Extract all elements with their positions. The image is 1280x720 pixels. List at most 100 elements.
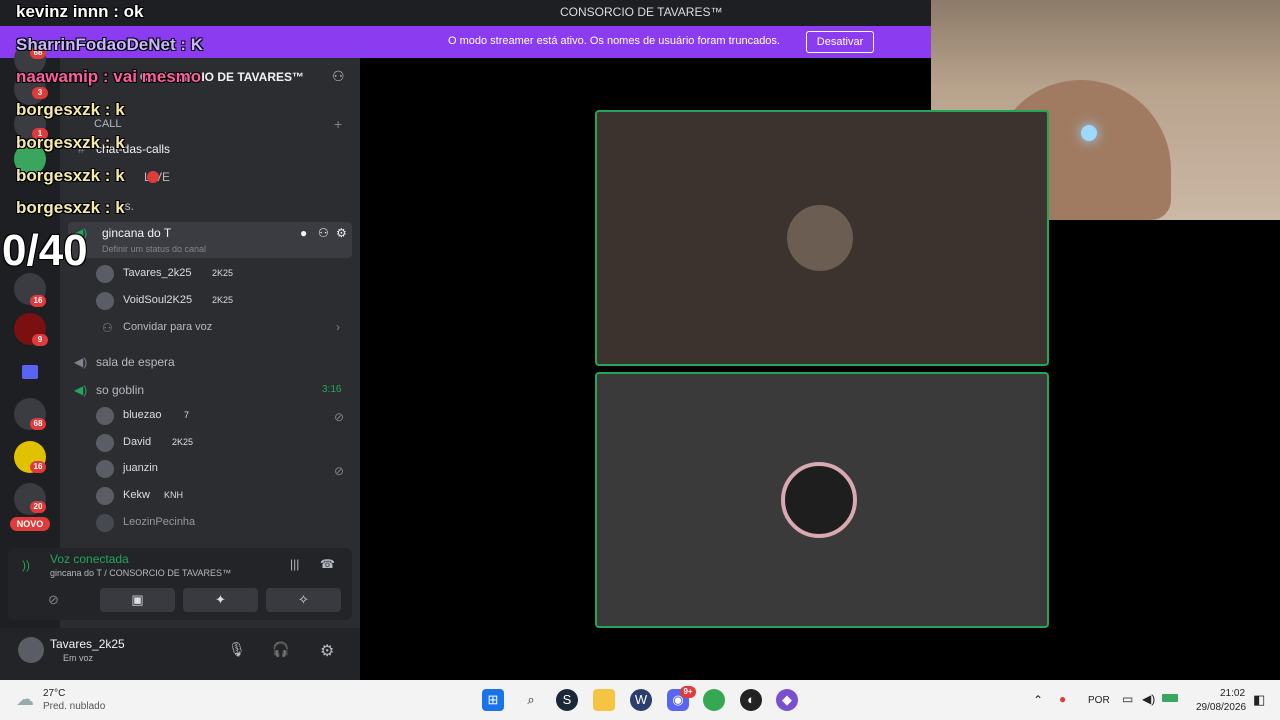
user-avatar (781, 462, 857, 538)
unread-badge: 16 (30, 295, 46, 307)
volume-icon[interactable]: ◀) (1142, 692, 1155, 706)
chat-line: kevinz innn : ok (16, 2, 144, 21)
video-tile[interactable] (595, 110, 1049, 366)
unread-badge: 68 (30, 418, 46, 430)
add-member-icon[interactable]: ⚇ (332, 68, 345, 85)
camera-off-button[interactable]: ⊘ (16, 588, 91, 612)
screen-share-button[interactable]: ▣ (100, 588, 175, 612)
avatar[interactable] (18, 637, 44, 663)
user-name: juanzin (123, 462, 158, 474)
video-tile[interactable] (595, 372, 1049, 628)
user-name: bluezao (123, 409, 162, 421)
invite-icon: ⚇ (102, 321, 113, 335)
microphone-tray-icon[interactable]: ● (1059, 692, 1066, 706)
window-title: CONSORCIO DE TAVARES™ (560, 5, 723, 19)
user-name: David (123, 436, 152, 448)
user-avatar (787, 205, 853, 271)
weather-desc[interactable]: Pred. nublado (43, 701, 105, 712)
avatar (96, 487, 114, 505)
discord-badge: 9+ (680, 686, 696, 698)
voice-location[interactable]: gincana do T / CONSORCIO DE TAVARES™ (50, 568, 231, 578)
avatar (96, 514, 114, 532)
user-name: Kekw (123, 489, 150, 501)
chevron-up-icon[interactable]: ⌃ (1033, 693, 1043, 707)
headphones-icon[interactable]: 🎧 (272, 641, 289, 658)
user-tag: 2K25 (212, 295, 234, 305)
avatar (96, 265, 114, 283)
user-panel: Tavares_2k25 Em voz 🎙 🎧 ⚙ (0, 628, 360, 680)
invite-to-voice[interactable]: Convidar para voz (123, 321, 212, 333)
unread-badge: 16 (30, 461, 46, 473)
headphones-light-icon (1081, 125, 1097, 141)
soundboard-button[interactable]: ✧ (266, 588, 341, 612)
signal-icon: )) (22, 558, 30, 572)
weather-temp[interactable]: 27°C (43, 688, 65, 699)
microphone-icon[interactable]: 🎙 (228, 641, 246, 658)
voice-channel-goblin[interactable]: so goblin (96, 383, 144, 397)
chat-line: naawamip : vai mesmo (16, 67, 202, 86)
search-icon[interactable]: ⌕ (520, 689, 542, 711)
user-name: LeozinPecinha (123, 516, 196, 528)
chat-line: borgesxzk : k (16, 166, 125, 185)
unread-badge: 20 (30, 501, 46, 513)
add-user-icon[interactable]: ⚇ (318, 226, 329, 240)
unread-badge: 9 (32, 334, 48, 346)
muted-icon: ⊘ (334, 464, 345, 478)
user-name: VoidSoul2K25 (123, 294, 193, 306)
chat-line: borgesxzk : k (16, 133, 125, 152)
chat-line: SharrinFodaoDeNet : K (16, 35, 204, 54)
user-tag: 7 (184, 410, 190, 420)
muted-icon: ⊘ (334, 410, 345, 424)
user-tag: 2K25 (212, 268, 234, 278)
steam-icon[interactable]: S (556, 689, 578, 711)
voice-channel-name: gincana do T (102, 226, 172, 240)
avatar (96, 434, 114, 452)
live-dot-icon (147, 171, 159, 183)
unread-badge: 3 (32, 87, 48, 99)
network-icon[interactable]: ▭ (1122, 692, 1133, 706)
disconnect-icon[interactable]: ☎ (320, 557, 335, 571)
user-name: Tavares_2k25 (123, 267, 192, 279)
speaker-icon: ◀) (74, 355, 88, 369)
chat-line: borgesxzk : k (16, 198, 125, 217)
app-icon[interactable]: ◆ (776, 689, 798, 711)
status-placeholder[interactable]: Definir um status do canal (102, 244, 206, 254)
settings-icon[interactable]: ⚙ (320, 641, 334, 661)
weather-icon[interactable]: ☁ (16, 689, 34, 710)
voice-status[interactable]: Voz conectada (50, 552, 129, 566)
voice-channel-waiting[interactable]: sala de espera (96, 355, 175, 369)
app-icon[interactable]: ◐ (740, 689, 762, 711)
avatar (96, 292, 114, 310)
notification-icon[interactable]: ◧ (1253, 692, 1265, 708)
user-tag: 2K25 (172, 437, 194, 447)
chrome-icon[interactable] (703, 689, 725, 711)
disable-streamer-button[interactable]: Desativar (806, 31, 874, 53)
windows-start-icon[interactable]: ⊞ (482, 689, 504, 711)
user-tag: KNH (164, 490, 184, 500)
clock-time[interactable]: 21:02 (1220, 688, 1245, 699)
clock-date[interactable]: 29/08/2026 (1196, 702, 1246, 713)
language-indicator[interactable]: POR (1088, 695, 1110, 706)
add-channel-icon[interactable]: + (334, 116, 342, 132)
app-icon[interactable]: W (630, 689, 652, 711)
goal-counter: 0/40 (2, 226, 88, 275)
folder-icon[interactable] (22, 365, 38, 379)
chat-line: borgesxzk : k (16, 100, 125, 119)
username[interactable]: Tavares_2k25 (50, 637, 125, 651)
folder-icon[interactable] (593, 689, 615, 711)
activities-button[interactable]: ✦ (183, 588, 258, 612)
active-voice-channel[interactable]: ◀) gincana do T Definir um status do can… (68, 222, 352, 258)
banner-text: O modo streamer está ativo. Os nomes de … (448, 35, 780, 47)
voice-connected-panel: )) Voz conectada gincana do T / CONSORCI… (8, 548, 352, 620)
avatar (96, 460, 114, 478)
user-status: Em voz (63, 653, 94, 663)
gear-icon[interactable]: ⚙ (336, 226, 347, 240)
soundboard-icon[interactable]: ||| (290, 557, 299, 571)
chat-icon[interactable]: ● (300, 226, 307, 240)
avatar (96, 407, 114, 425)
call-timer: 3:16 (322, 384, 342, 395)
chevron-right-icon: › (336, 320, 340, 334)
speaker-icon: ◀) (74, 383, 88, 397)
battery-icon[interactable] (1162, 694, 1178, 702)
new-badge[interactable]: NOVO (10, 517, 50, 531)
